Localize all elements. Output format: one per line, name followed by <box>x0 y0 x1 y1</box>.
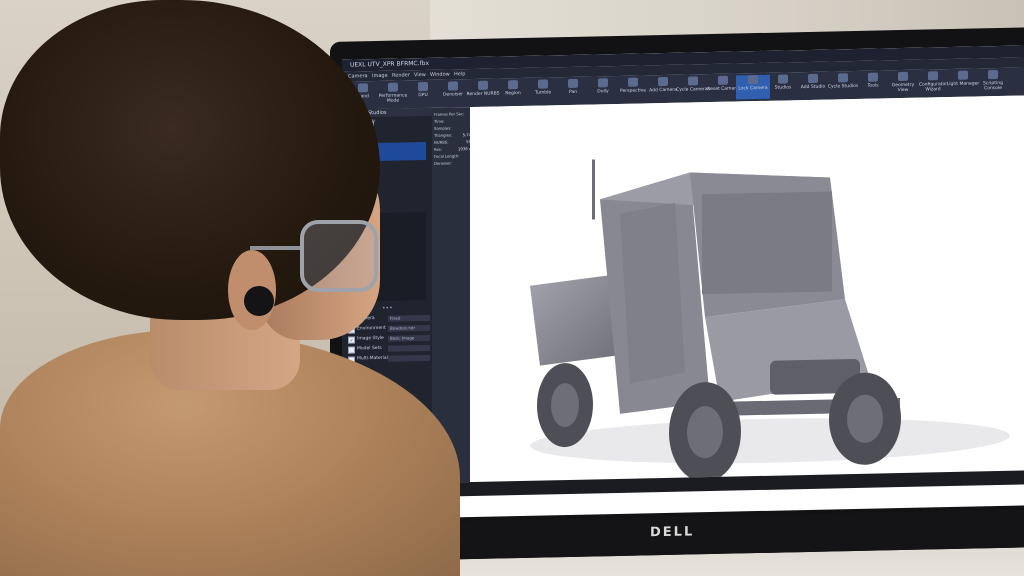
toolbar-button-label: Studios <box>774 85 792 91</box>
render-info-label: Frames Per Sec: <box>434 111 465 117</box>
option-image-style[interactable]: ✓ Image Style Basic Image <box>348 334 432 344</box>
toolbar-button[interactable]: Add Studio <box>796 73 830 99</box>
menu-image[interactable]: Image <box>372 71 388 81</box>
toolbar-button-label: Denoiser <box>442 92 464 98</box>
toolbar-button[interactable]: Dolly <box>586 78 620 103</box>
toolbar-icon <box>748 75 758 85</box>
earbud-icon <box>244 286 274 316</box>
render-info-label: NURBS: <box>434 139 449 145</box>
toolbar-button-label: Geometry View <box>891 82 915 94</box>
toolbar-icon <box>358 83 368 93</box>
toolbar-button-label: Tools <box>867 83 879 89</box>
toolbar-button-label: Pan <box>568 89 578 95</box>
render-info-label: Res: <box>434 146 443 152</box>
toolbar-button[interactable]: Reset Camera <box>706 75 740 100</box>
option-environment[interactable]: ✓ Environment Bowdoin.hdr <box>348 324 432 334</box>
toolbar-icon <box>568 78 578 89</box>
toolbar-button-label: Configurator Wizard <box>918 82 948 93</box>
toolbar-button[interactable]: Tumble <box>526 79 560 104</box>
render-info-label: Denoiser: <box>434 160 453 166</box>
toolbar-icon <box>658 76 668 87</box>
toolbar-icon <box>628 77 638 87</box>
toolbar-button[interactable]: Scripting Console <box>976 70 1010 95</box>
toolbar-button[interactable]: Denoiser <box>436 81 470 106</box>
3d-viewport[interactable] <box>470 95 1024 483</box>
toolbar-button-label: Render NURBS <box>466 91 500 98</box>
option-multi-materials[interactable]: Multi-Materials <box>348 354 432 364</box>
toolbar-button-label: Cycle Cameras <box>676 87 710 93</box>
render-info-label: Triangles: <box>434 132 453 138</box>
toolbar-icon <box>688 76 698 86</box>
toolbar-button-label: Cycle Studios <box>827 83 859 90</box>
toolbar-button-label: Perspective <box>619 88 647 94</box>
toolbar-button[interactable]: Performance Mode <box>376 82 410 107</box>
toolbar-icon <box>538 79 548 89</box>
toolbar-button[interactable]: GPU <box>406 81 440 107</box>
panel-resize-dots[interactable]: ••• <box>382 305 393 312</box>
toolbar-button[interactable]: Light Manager <box>946 70 980 95</box>
utv-vehicle-icon <box>530 159 1010 483</box>
menu-view[interactable]: View <box>414 70 426 80</box>
toolbar-button[interactable]: Cycle Studios <box>826 73 860 98</box>
toolbar-button-label: Reset Camera <box>707 86 739 93</box>
checkbox-icon[interactable] <box>348 346 355 354</box>
toolbar-icon <box>478 80 488 90</box>
toolbar-button-label: Light Manager <box>946 81 980 88</box>
toolbar-button[interactable]: Add Camera <box>646 76 680 102</box>
toolbar-button-label: Tumble <box>534 90 552 96</box>
toolbar-icon <box>418 81 428 92</box>
toolbar-icon <box>898 71 908 82</box>
toolbar-button-label: Add Camera <box>649 87 677 94</box>
toolbar-button[interactable]: Cycle Cameras <box>676 76 710 101</box>
menu-window[interactable]: Window <box>430 69 450 79</box>
toolbar-icon <box>958 70 968 80</box>
toolbar-button[interactable]: Region <box>496 80 530 105</box>
checkbox-icon[interactable]: ✓ <box>348 336 355 344</box>
menu-help[interactable]: Help <box>454 69 465 79</box>
render-info-label: Focal Length: <box>434 153 460 159</box>
glasses-icon <box>300 220 378 292</box>
toolbar-icon <box>988 70 998 80</box>
toolbar-icon <box>448 81 458 91</box>
render-info-label: Time: <box>434 118 445 124</box>
toolbar-button-label: Dolly <box>597 89 609 95</box>
toolbar-icon <box>928 71 938 81</box>
toolbar-button[interactable]: Pan <box>556 78 590 104</box>
toolbar-button-label: Scripting Console <box>982 80 1003 92</box>
toolbar-button[interactable]: Geometry View <box>886 71 920 97</box>
menu-render[interactable]: Render <box>392 70 410 80</box>
toolbar-button-label: GPU <box>418 92 428 99</box>
toolbar-icon <box>778 74 788 84</box>
toolbar-icon <box>808 73 818 83</box>
toolbar-button-label: Lock Camera <box>738 85 768 92</box>
render-info-label: Samples: <box>434 125 452 131</box>
monitor-brand: DELL <box>650 524 695 541</box>
toolbar-icon <box>598 78 608 88</box>
toolbar-button[interactable]: Render NURBS <box>466 80 500 105</box>
toolbar-icon <box>508 80 518 90</box>
toolbar-icon <box>868 72 878 82</box>
toolbar-button[interactable]: Tools <box>856 72 890 97</box>
glasses-arm <box>250 246 304 250</box>
toolbar-icon <box>388 82 398 92</box>
toolbar-button[interactable]: Studios <box>766 74 800 99</box>
toolbar-button[interactable]: Lock Camera <box>736 74 770 100</box>
toolbar-icon <box>718 75 728 85</box>
toolbar-button-label: Add Studio <box>800 84 826 91</box>
option-model-sets[interactable]: Model Sets <box>348 344 432 354</box>
toolbar-icon <box>838 73 848 83</box>
toolbar-button-label: Region <box>505 91 521 97</box>
toolbar-button-label: Performance Mode <box>378 93 408 104</box>
toolbar-button[interactable]: Configurator Wizard <box>916 71 950 96</box>
toolbar-button[interactable]: Perspective <box>616 77 650 102</box>
